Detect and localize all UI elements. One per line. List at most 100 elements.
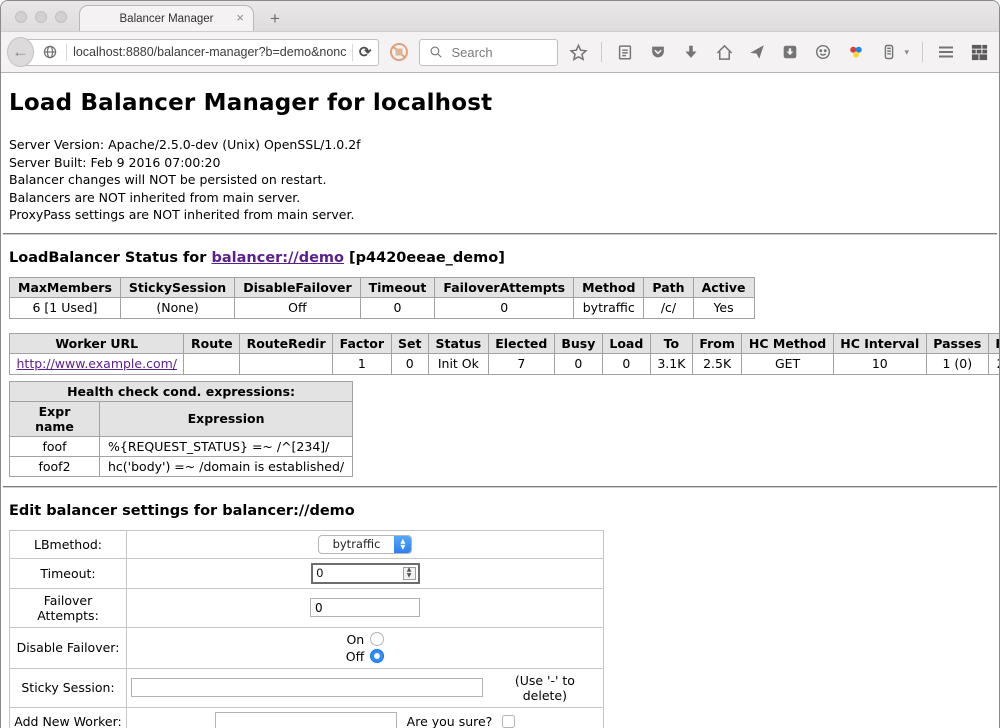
page-title: Load Balancer Manager for localhost [9,90,999,116]
failover-attempts-label: Failover Attempts: [10,588,127,627]
column-header: Timeout [360,277,435,297]
persist-warning-line: Balancer changes will NOT be persisted o… [9,171,999,189]
table-cell: 0 [391,353,428,374]
extension-container-icon[interactable] [879,42,899,62]
balancer-status-table: MaxMembersStickySessionDisableFailoverTi… [9,277,755,319]
back-arrow-icon: ← [12,42,29,62]
radio-off-label: Off [346,649,364,664]
reading-list-icon[interactable] [615,42,635,62]
table-cell: 2.5K [692,353,742,374]
add-worker-label: Add New Worker: [10,707,127,728]
close-window-button[interactable] [15,11,27,23]
health-col-expr-name: Expr name [10,401,100,436]
column-header: To [650,333,692,353]
add-worker-input[interactable] [215,712,397,728]
column-header: Busy [554,333,602,353]
column-header: MaxMembers [10,277,121,297]
table-cell [184,353,240,374]
url-bar[interactable]: ⟳ [19,39,379,66]
home-icon[interactable] [714,42,734,62]
disable-failover-radios: On Off [346,632,384,664]
balancer-settings-form: LBmethod: bytraffic ▲▼ Timeout: ▲▼ [9,530,604,728]
timeout-input[interactable] [313,565,403,582]
page-content: Load Balancer Manager for localhost Serv… [1,73,999,728]
back-button[interactable]: ← [7,37,34,67]
toolbar-divider2 [922,42,923,62]
table-cell: 2 (0) [988,353,999,374]
loadbalancer-status-heading: LoadBalancer Status for balancer://demo … [9,250,999,266]
tab-bar: Balancer Manager × + [1,1,999,31]
expression-cell: hc('body') =~ /domain is established/ [100,456,353,476]
toolbar-icons: ▾ [568,42,989,62]
status-heading-prefix: LoadBalancer Status for [9,250,211,266]
worker-url-link[interactable]: http://www.example.com/ [17,356,177,371]
content-blocked-icon[interactable] [389,42,409,62]
column-header: Set [391,333,428,353]
lbmethod-selected-value: bytraffic [319,536,395,553]
table-cell: 6 [1 Used] [10,297,121,318]
table-cell: 0 [602,353,650,374]
column-header: Factor [333,333,391,353]
health-check-table: Health check cond. expressions: Expr nam… [9,381,353,477]
disable-failover-off-radio[interactable] [370,649,384,663]
table-cell: http://www.example.com/ [10,353,184,374]
inherit-warning-line: Balancers are NOT inherited from main se… [9,189,999,207]
number-spinner-icon[interactable]: ▲▼ [403,567,416,580]
tab-balancer-manager[interactable]: Balancer Manager × [79,5,254,31]
table-cell: Init Ok [429,353,489,374]
server-built-line: Server Built: Feb 9 2016 07:00:20 [9,154,999,172]
download-arrow-icon[interactable] [681,42,701,62]
select-arrows-icon: ▲▼ [394,536,411,553]
search-input[interactable] [451,45,551,60]
reload-icon[interactable]: ⟳ [359,43,372,61]
are-you-sure-checkbox[interactable] [502,715,515,728]
disable-failover-on-radio[interactable] [370,632,384,646]
table-cell: /c/ [644,297,693,318]
worker-status-table: Worker URLRouteRouteRedirFactorSetStatus… [9,333,999,375]
timeout-label: Timeout: [10,558,127,588]
column-header: FailoverAttempts [435,277,574,297]
column-header: From [692,333,742,353]
zoom-window-button[interactable] [55,11,67,23]
downloads-panel-icon[interactable] [780,42,800,62]
column-header: Method [574,277,644,297]
divider-rule [3,233,997,235]
url-input[interactable] [73,45,346,59]
toolbar-divider [601,42,602,62]
minimize-window-button[interactable] [35,11,47,23]
health-table-title: Health check cond. expressions: [10,381,353,401]
edit-settings-heading: Edit balancer settings for balancer://de… [9,503,999,519]
divider-rule [3,486,997,488]
hamburger-menu-icon[interactable] [936,42,956,62]
lbmethod-select[interactable]: bytraffic ▲▼ [318,535,413,554]
column-header: Status [429,333,489,353]
column-header: Route [184,333,240,353]
window-controls[interactable] [15,11,67,23]
bookmark-star-icon[interactable] [568,42,588,62]
table-cell: 1 (0) [926,353,988,374]
pocket-icon[interactable] [648,42,668,62]
sticky-session-input[interactable] [131,678,483,697]
status-heading-suffix: [p4420eeae_demo] [344,250,505,266]
balancer-demo-link[interactable]: balancer://demo [211,250,344,266]
table-row: http://www.example.com/10Init Ok7003.1K2… [10,353,1000,374]
column-header: Active [693,277,754,297]
failover-attempts-input[interactable] [310,598,420,617]
table-cell: GET [742,353,833,374]
forum-smiley-icon[interactable] [813,42,833,62]
table-cell: (None) [120,297,234,318]
new-tab-button[interactable]: + [270,10,280,27]
send-plane-icon[interactable] [747,42,767,62]
sticky-session-label: Sticky Session: [10,668,127,707]
tab-close-icon[interactable]: × [236,10,244,25]
sticky-session-hint: (Use '-' to delete) [491,673,599,703]
colors-palette-icon[interactable] [846,42,866,62]
radio-on-label: On [346,632,364,647]
column-header: HC Interval [833,333,926,353]
chevron-down-icon[interactable]: ▾ [904,47,909,58]
search-bar[interactable] [419,39,558,66]
disable-failover-label: Disable Failover: [10,627,127,668]
apps-grid-icon[interactable] [969,42,989,62]
server-info: Server Version: Apache/2.5.0-dev (Unix) … [9,136,999,224]
table-cell [240,353,333,374]
